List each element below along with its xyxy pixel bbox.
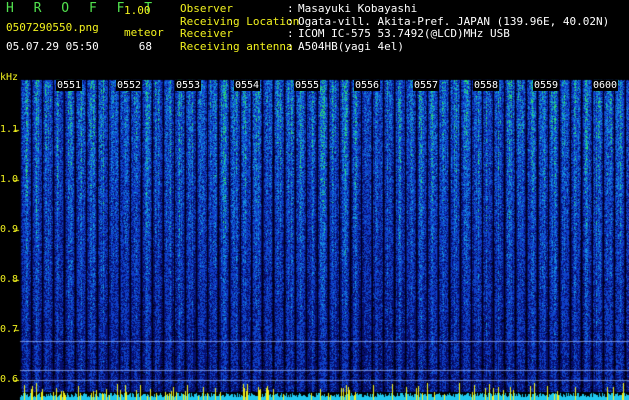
time-tick-label: 0554: [234, 80, 261, 91]
time-tick-label: 0552: [116, 80, 143, 91]
station-info: Observer : Masayuki Kobayashi Receiving …: [180, 2, 609, 54]
info-row-antenna: Receiving antenna : A504HB(yagi 4el): [180, 39, 609, 54]
info-value: Masayuki Kobayashi: [298, 2, 418, 15]
time-tick-label: 0555: [294, 80, 321, 91]
info-key: Observer: [180, 2, 233, 15]
info-row-observer: Observer : Masayuki Kobayashi: [180, 2, 609, 16]
info-separator: :: [287, 2, 294, 15]
info-separator: :: [287, 39, 294, 53]
info-row-receiver: Receiver : ICOM IC-575 53.7492(@LCD)MHz …: [180, 27, 609, 41]
info-separator: :: [287, 27, 294, 40]
y-tick-label: 1.1: [0, 124, 19, 135]
y-tick-label: 1.0: [0, 174, 19, 185]
time-tick-label: 0559: [533, 80, 560, 91]
frequency-unit-label: kHz: [0, 72, 19, 83]
meteor-count: 68: [138, 40, 152, 53]
y-tick-label: 0.6: [0, 374, 19, 385]
y-tick-label: 0.8: [0, 274, 19, 285]
meteor-label: meteor: [124, 26, 164, 39]
time-tick-label: 0557: [413, 80, 440, 91]
y-tick-label: 0.7: [0, 324, 19, 335]
info-value: A504HB(yagi 4el): [298, 39, 404, 53]
info-key: Receiving antenna: [180, 39, 293, 53]
time-tick-label: 0556: [354, 80, 381, 91]
y-tick-label: 0.9: [0, 224, 19, 235]
info-key: Receiver: [180, 27, 233, 40]
time-tick-label: 0551: [56, 80, 83, 91]
file-name: 0507290550.png: [6, 21, 99, 34]
time-tick-label: 0600: [592, 80, 619, 91]
observation-datetime: 05.07.29 05:50: [6, 40, 99, 53]
spectrogram-canvas: [0, 0, 629, 400]
app-version: 1.00: [124, 4, 151, 17]
info-value: ICOM IC-575 53.7492(@LCD)MHz USB: [298, 27, 510, 40]
time-tick-label: 0553: [175, 80, 202, 91]
time-tick-label: 0558: [473, 80, 500, 91]
